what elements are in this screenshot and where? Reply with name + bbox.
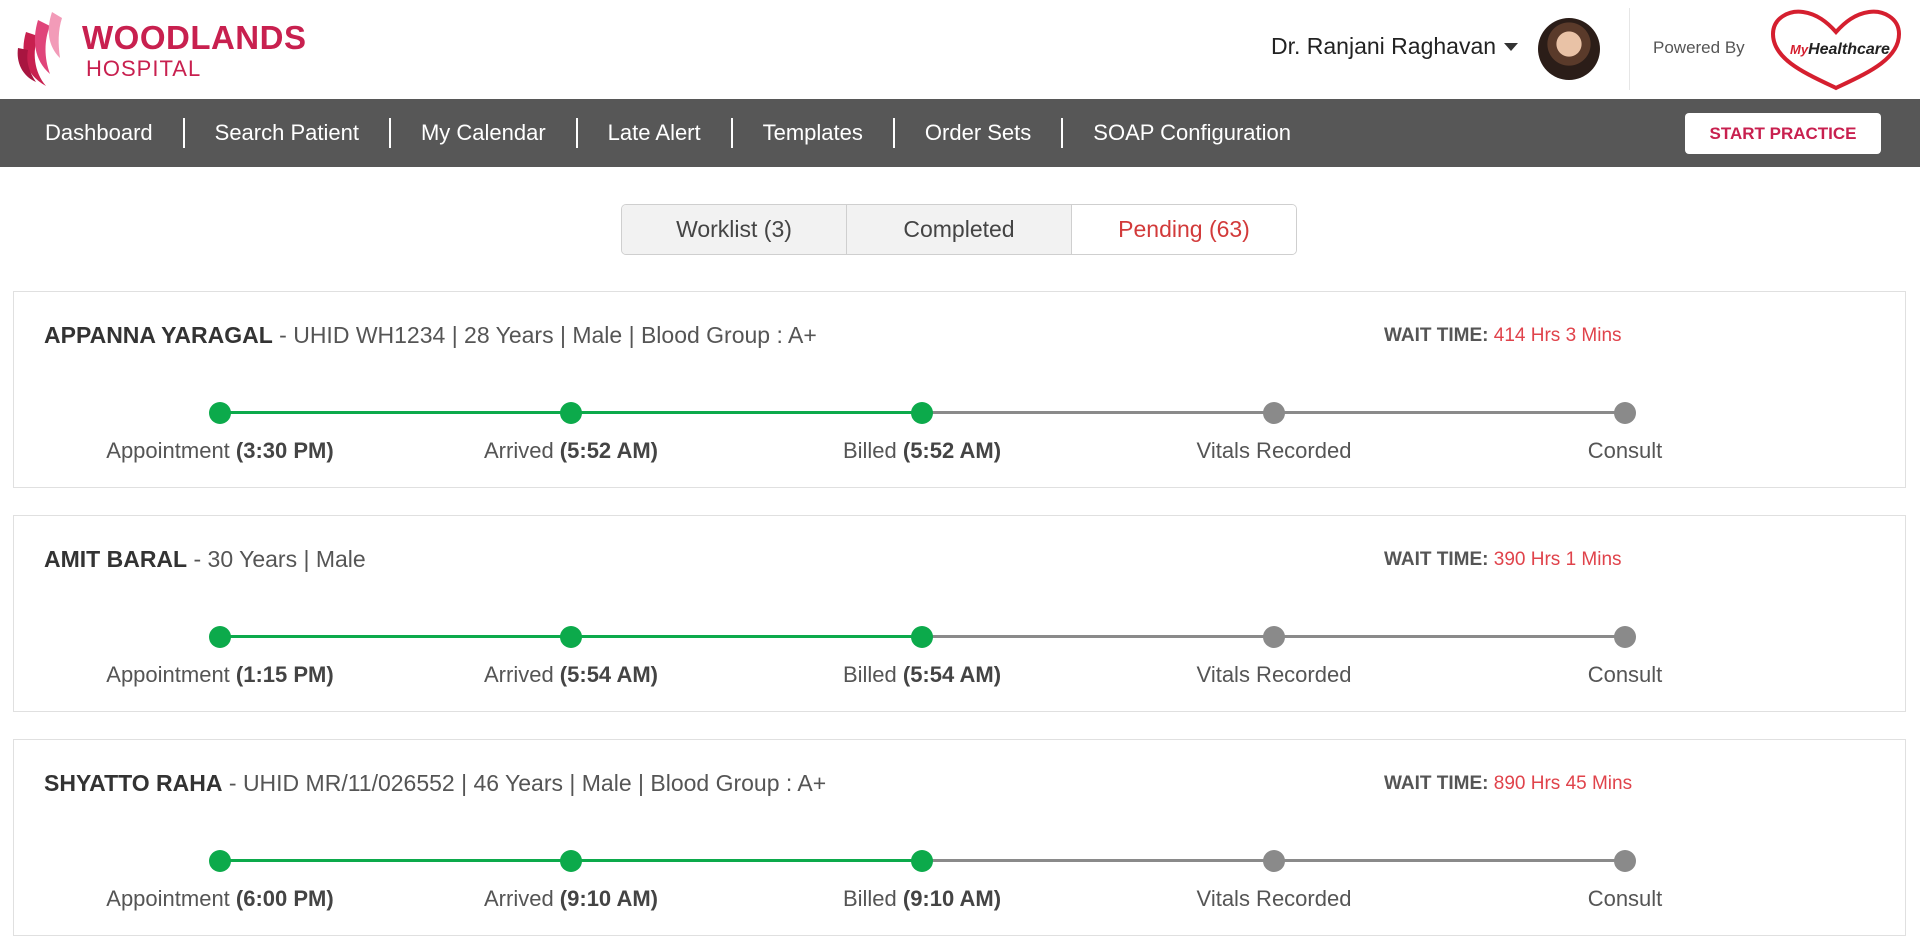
tab-worklist[interactable]: Worklist (3) — [622, 205, 847, 254]
step-name: Billed — [842, 438, 897, 463]
tab-pending[interactable]: Pending (63) — [1072, 205, 1296, 254]
step-label: Billed (5:54 AM) — [772, 662, 1072, 688]
nav-soap-configuration[interactable]: SOAP Configuration — [1063, 120, 1321, 146]
nav-order-sets[interactable]: Order Sets — [895, 120, 1061, 146]
step-time: (5:52 AM) — [896, 438, 1002, 463]
step-label: Vitals Recorded — [1124, 886, 1424, 912]
step-name: Consult — [1587, 438, 1663, 463]
step-label: Consult — [1475, 438, 1775, 464]
step-label: Appointment (3:30 PM) — [70, 438, 370, 464]
step-time: (9:10 AM) — [553, 886, 658, 911]
step-dot — [1263, 626, 1285, 648]
progress-segment — [922, 859, 1274, 862]
progress-segment — [571, 411, 922, 414]
nav-list: Dashboard Search Patient My Calendar Lat… — [0, 99, 1321, 167]
step-name: Appointment — [106, 886, 230, 911]
step-label: Consult — [1475, 886, 1775, 912]
tab-completed[interactable]: Completed — [847, 205, 1072, 254]
step-dot — [1263, 850, 1285, 872]
step-name: Consult — [1587, 886, 1663, 911]
nav-templates[interactable]: Templates — [733, 120, 893, 146]
patient-card[interactable]: AMIT BARAL - 30 Years | Male WAIT TIME: … — [13, 515, 1906, 712]
step-time: (5:54 AM) — [896, 662, 1002, 687]
step-dot — [560, 402, 582, 424]
partner-logo-text: MyHealthcare — [1790, 41, 1890, 58]
nav-search-patient[interactable]: Search Patient — [185, 120, 389, 146]
app-header: WOODLANDS HOSPITAL Dr. Ranjani Raghavan … — [0, 0, 1920, 99]
step-label: Consult — [1475, 662, 1775, 688]
step-name: Vitals Recorded — [1196, 662, 1352, 687]
step-label: Arrived (9:10 AM) — [421, 886, 721, 912]
progress-segment — [922, 635, 1274, 638]
step-dot — [209, 402, 231, 424]
step-name: Arrived — [484, 662, 554, 687]
step-label: Appointment (6:00 PM) — [70, 886, 370, 912]
step-dot — [1614, 850, 1636, 872]
progress-segment — [1274, 635, 1625, 638]
step-label: Arrived (5:54 AM) — [421, 662, 721, 688]
brand-subtitle: HOSPITAL — [86, 55, 202, 81]
start-practice-button[interactable]: START PRACTICE — [1685, 113, 1881, 154]
step-name: Appointment — [106, 438, 230, 463]
step-label: Billed (5:52 AM) — [772, 438, 1072, 464]
progress-segment — [220, 859, 571, 862]
nav-late-alert[interactable]: Late Alert — [578, 120, 731, 146]
powered-by-label: Powered By — [1653, 38, 1745, 57]
step-label: Vitals Recorded — [1124, 662, 1424, 688]
progress-segment — [1274, 411, 1625, 414]
nav-my-calendar[interactable]: My Calendar — [391, 120, 576, 146]
step-name: Billed — [842, 662, 897, 687]
progress-segment — [220, 411, 571, 414]
step-label: Vitals Recorded — [1124, 438, 1424, 464]
step-time: (5:52 AM) — [553, 438, 658, 463]
step-dot — [911, 850, 933, 872]
header-divider — [1629, 8, 1630, 90]
progress-timeline: Appointment (1:15 PM) Arrived (5:54 AM) Bi… — [14, 516, 1905, 711]
step-time: (1:15 PM) — [229, 662, 334, 687]
flame-logo-icon — [17, 12, 62, 86]
progress-segment — [1274, 859, 1625, 862]
step-dot — [911, 626, 933, 648]
progress-segment — [922, 411, 1274, 414]
user-name: Dr. Ranjani Raghavan — [1271, 33, 1497, 59]
step-label: Billed (9:10 AM) — [772, 886, 1072, 912]
step-time: (9:10 AM) — [896, 886, 1002, 911]
step-name: Vitals Recorded — [1196, 886, 1352, 911]
patient-card[interactable]: APPANNA YARAGAL - UHID WH1234 | 28 Years… — [13, 291, 1906, 488]
avatar[interactable] — [1538, 18, 1600, 80]
progress-timeline: Appointment (6:00 PM) Arrived (9:10 AM) Bi… — [14, 740, 1905, 935]
main-nav: Dashboard Search Patient My Calendar Lat… — [0, 99, 1920, 167]
step-dot — [560, 626, 582, 648]
step-dot — [209, 626, 231, 648]
step-label: Arrived (5:52 AM) — [421, 438, 721, 464]
progress-segment — [571, 859, 922, 862]
chevron-down-icon — [1504, 42, 1519, 51]
user-menu[interactable]: Dr. Ranjani Raghavan — [1271, 33, 1519, 60]
step-time: (5:54 AM) — [553, 662, 658, 687]
step-name: Billed — [842, 886, 897, 911]
step-dot — [911, 402, 933, 424]
step-name: Appointment — [106, 662, 230, 687]
step-dot — [209, 850, 231, 872]
step-name: Consult — [1587, 662, 1663, 687]
step-time: (3:30 PM) — [229, 438, 334, 463]
step-name: Arrived — [484, 886, 554, 911]
step-dot — [1263, 402, 1285, 424]
step-name: Arrived — [484, 438, 554, 463]
step-label: Appointment (1:15 PM) — [70, 662, 370, 688]
hospital-logo[interactable]: WOODLANDS HOSPITAL — [16, 12, 306, 88]
brand-name: WOODLANDS — [82, 18, 307, 56]
step-name: Vitals Recorded — [1196, 438, 1352, 463]
step-dot — [560, 850, 582, 872]
nav-dashboard[interactable]: Dashboard — [0, 120, 183, 146]
worklist-tabs: Worklist (3) Completed Pending (63) — [621, 204, 1297, 255]
progress-segment — [571, 635, 922, 638]
step-dot — [1614, 402, 1636, 424]
step-time: (6:00 PM) — [229, 886, 334, 911]
progress-timeline: Appointment (3:30 PM) Arrived (5:52 AM) Bi… — [14, 292, 1905, 487]
patient-card[interactable]: SHYATTO RAHA - UHID MR/11/026552 | 46 Ye… — [13, 739, 1906, 936]
step-dot — [1614, 626, 1636, 648]
progress-segment — [220, 635, 571, 638]
